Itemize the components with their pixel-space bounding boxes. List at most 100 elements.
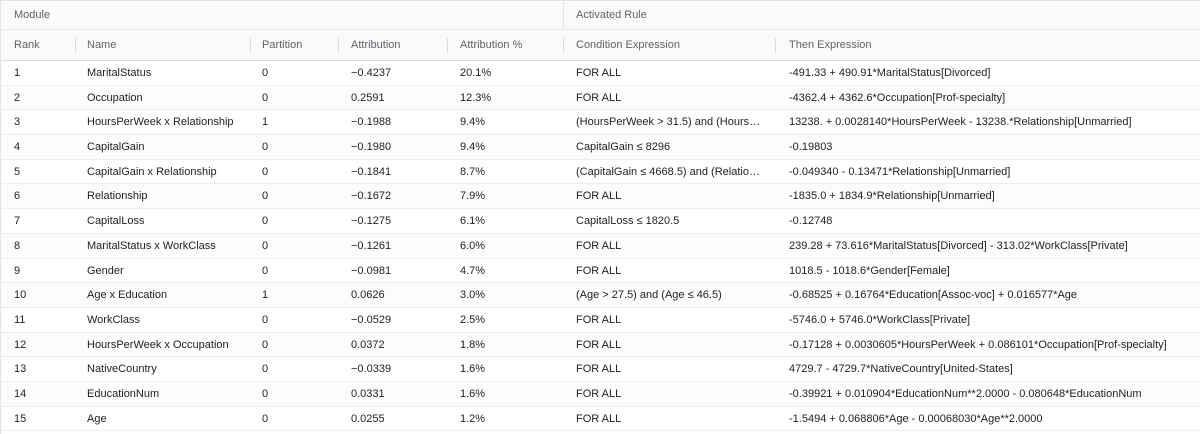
cell-then: -5746.0 + 5746.0*WorkClass[Private] — [789, 313, 971, 326]
cell-then: 13238. + 0.0028140*HoursPerWeek - 13238.… — [789, 116, 1132, 129]
cell-rank: 9 — [14, 264, 21, 277]
cell-partition: 0 — [262, 91, 269, 104]
cell-condition: FOR ALL — [576, 363, 622, 376]
table-row[interactable]: 4 CapitalGain 0 −0.1980 9.4% CapitalGain… — [1, 135, 1200, 160]
cell-condition: FOR ALL — [576, 313, 622, 326]
cell-name: MaritalStatus — [87, 67, 152, 79]
cell-condition: FOR ALL — [576, 412, 622, 425]
cell-name: Occupation — [87, 91, 143, 104]
cell-attribution-pct: 2.5% — [460, 313, 486, 326]
cell-condition: FOR ALL — [576, 91, 622, 104]
cell-attribution-pct: 4.7% — [460, 264, 486, 277]
table-row[interactable]: 14 EducationNum 0 0.0331 1.6% FOR ALL -0… — [1, 381, 1200, 407]
cell-condition: CapitalGain ≤ 8296 — [576, 141, 671, 154]
cell-attribution: −0.0529 — [351, 313, 392, 326]
cell-attribution: 0.2591 — [351, 91, 385, 104]
cell-partition: 0 — [262, 67, 269, 79]
column-header-rank-label: Rank — [14, 39, 40, 51]
cell-then: -0.39921 + 0.010904*EducationNum**2.0000… — [789, 387, 1142, 400]
cell-then: -0.68525 + 0.16764*Education[Assoc-voc] … — [789, 289, 1078, 302]
cell-then: -0.049340 - 0.13471*Relationship[Unmarri… — [789, 165, 1011, 178]
table-row[interactable]: 10 Age x Education 1 0.0626 3.0% (Age > … — [1, 283, 1200, 308]
cell-partition: 0 — [262, 363, 269, 376]
cell-rank: 15 — [14, 412, 27, 425]
cell-then: 239.28 + 73.616*MaritalStatus[Divorced] … — [789, 239, 1128, 252]
cell-attribution: −0.1988 — [351, 116, 392, 129]
cell-condition: (Age > 27.5) and (Age ≤ 46.5) — [576, 289, 722, 302]
cell-then: 4729.7 - 4729.7*NativeCountry[United-Sta… — [789, 363, 1013, 376]
column-header-partition[interactable]: Partition — [251, 30, 339, 60]
cell-partition: 0 — [262, 387, 269, 400]
column-header-name[interactable]: Name — [76, 30, 251, 60]
table-row[interactable]: 7 CapitalLoss 0 −0.1275 6.1% CapitalLoss… — [1, 209, 1200, 234]
column-header-condition[interactable]: Condition Expression — [564, 30, 776, 60]
cell-name: CapitalLoss — [87, 215, 145, 228]
table-row[interactable]: 5 CapitalGain x Relationship 0 −0.1841 8… — [1, 160, 1200, 185]
cell-partition: 0 — [262, 165, 269, 178]
cell-attribution-pct: 9.4% — [460, 116, 486, 129]
table-row[interactable]: 13 NativeCountry 0 −0.0339 1.6% FOR ALL … — [1, 357, 1200, 382]
cell-then: -0.17128 + 0.0030605*HoursPerWeek + 0.08… — [789, 338, 1167, 351]
column-header-attribution-pct[interactable]: Attribution % — [448, 30, 564, 60]
cell-then: -491.33 + 490.91*MaritalStatus[Divorced] — [789, 67, 991, 79]
cell-rank: 14 — [14, 387, 27, 400]
table-row[interactable]: 9 Gender 0 −0.0981 4.7% FOR ALL 1018.5 -… — [1, 259, 1200, 284]
cell-then: 1018.5 - 1018.6*Gender[Female] — [789, 264, 950, 277]
cell-attribution: −0.1275 — [351, 215, 392, 228]
cell-rank: 1 — [14, 67, 21, 79]
cell-condition: FOR ALL — [576, 338, 622, 351]
table-row[interactable]: 15 Age 0 0.0255 1.2% FOR ALL -1.5494 + 0… — [1, 407, 1200, 432]
table-row[interactable]: 3 HoursPerWeek x Relationship 1 −0.1988 … — [1, 110, 1200, 136]
cell-partition: 1 — [262, 289, 269, 302]
cell-then: -1.5494 + 0.068806*Age - 0.00068030*Age*… — [789, 412, 1043, 425]
cell-attribution: −0.1980 — [351, 141, 392, 154]
cell-attribution-pct: 1.2% — [460, 412, 486, 425]
cell-then: -1835.0 + 1834.9*Relationship[Unmarried] — [789, 190, 995, 203]
cell-attribution: 0.0372 — [351, 338, 385, 351]
table-row[interactable]: 6 Relationship 0 −0.1672 7.9% FOR ALL -1… — [1, 184, 1200, 210]
cell-name: WorkClass — [87, 313, 140, 326]
cell-name: Age x Education — [87, 289, 168, 302]
table-row[interactable]: 8 MaritalStatus x WorkClass 0 −0.1261 6.… — [1, 233, 1200, 259]
column-group-header: Module Activated Rule — [1, 0, 1200, 30]
cell-partition: 0 — [262, 141, 269, 154]
table-row[interactable]: 12 HoursPerWeek x Occupation 0 0.0372 1.… — [1, 332, 1200, 358]
column-header-rank[interactable]: Rank — [1, 30, 76, 60]
cell-attribution-pct: 1.8% — [460, 338, 486, 351]
cell-attribution-pct: 12.3% — [460, 91, 492, 104]
cell-then: -4362.4 + 4362.6*Occupation[Prof-special… — [789, 91, 1006, 104]
cell-partition: 0 — [262, 412, 269, 425]
cell-then: -0.19803 — [789, 141, 833, 154]
cell-rank: 4 — [14, 141, 21, 154]
cell-attribution: 0.0331 — [351, 387, 385, 400]
cell-partition: 0 — [262, 264, 269, 277]
cell-attribution-pct: 6.1% — [460, 215, 486, 228]
cell-condition: FOR ALL — [576, 264, 622, 277]
cell-rank: 6 — [14, 190, 21, 203]
cell-attribution-pct: 6.0% — [460, 239, 486, 252]
table-row[interactable]: 2 Occupation 0 0.2591 12.3% FOR ALL -436… — [1, 85, 1200, 111]
group-header-activated-rule: Activated Rule — [576, 9, 647, 21]
cell-attribution-pct: 7.9% — [460, 190, 486, 203]
column-header-attribution[interactable]: Attribution — [339, 30, 448, 60]
cell-attribution-pct: 20.1% — [460, 67, 492, 79]
cell-partition: 0 — [262, 215, 269, 228]
cell-name: MaritalStatus x WorkClass — [87, 239, 216, 252]
cell-rank: 13 — [14, 363, 27, 376]
cell-name: HoursPerWeek x Occupation — [87, 338, 229, 351]
column-header-then[interactable]: Then Expression — [776, 30, 1200, 60]
cell-attribution: −0.0339 — [351, 363, 392, 376]
cell-attribution: 0.0255 — [351, 412, 385, 425]
cell-then: -0.12748 — [789, 215, 833, 228]
cell-rank: 3 — [14, 116, 21, 129]
table-row[interactable]: 1 MaritalStatus 0 −0.4237 20.1% FOR ALL … — [1, 61, 1200, 86]
cell-partition: 0 — [262, 239, 269, 252]
column-header-row: Rank Name Partition Attribution Attribut… — [1, 30, 1200, 61]
cell-attribution: −0.4237 — [351, 67, 392, 79]
cell-condition: FOR ALL — [576, 239, 622, 252]
cell-condition: FOR ALL — [576, 67, 622, 79]
table-body: 1 MaritalStatus 0 −0.4237 20.1% FOR ALL … — [1, 61, 1200, 432]
table-row[interactable]: 11 WorkClass 0 −0.0529 2.5% FOR ALL -574… — [1, 308, 1200, 333]
cell-name: NativeCountry — [87, 363, 157, 376]
group-header-module: Module — [1, 1, 564, 29]
